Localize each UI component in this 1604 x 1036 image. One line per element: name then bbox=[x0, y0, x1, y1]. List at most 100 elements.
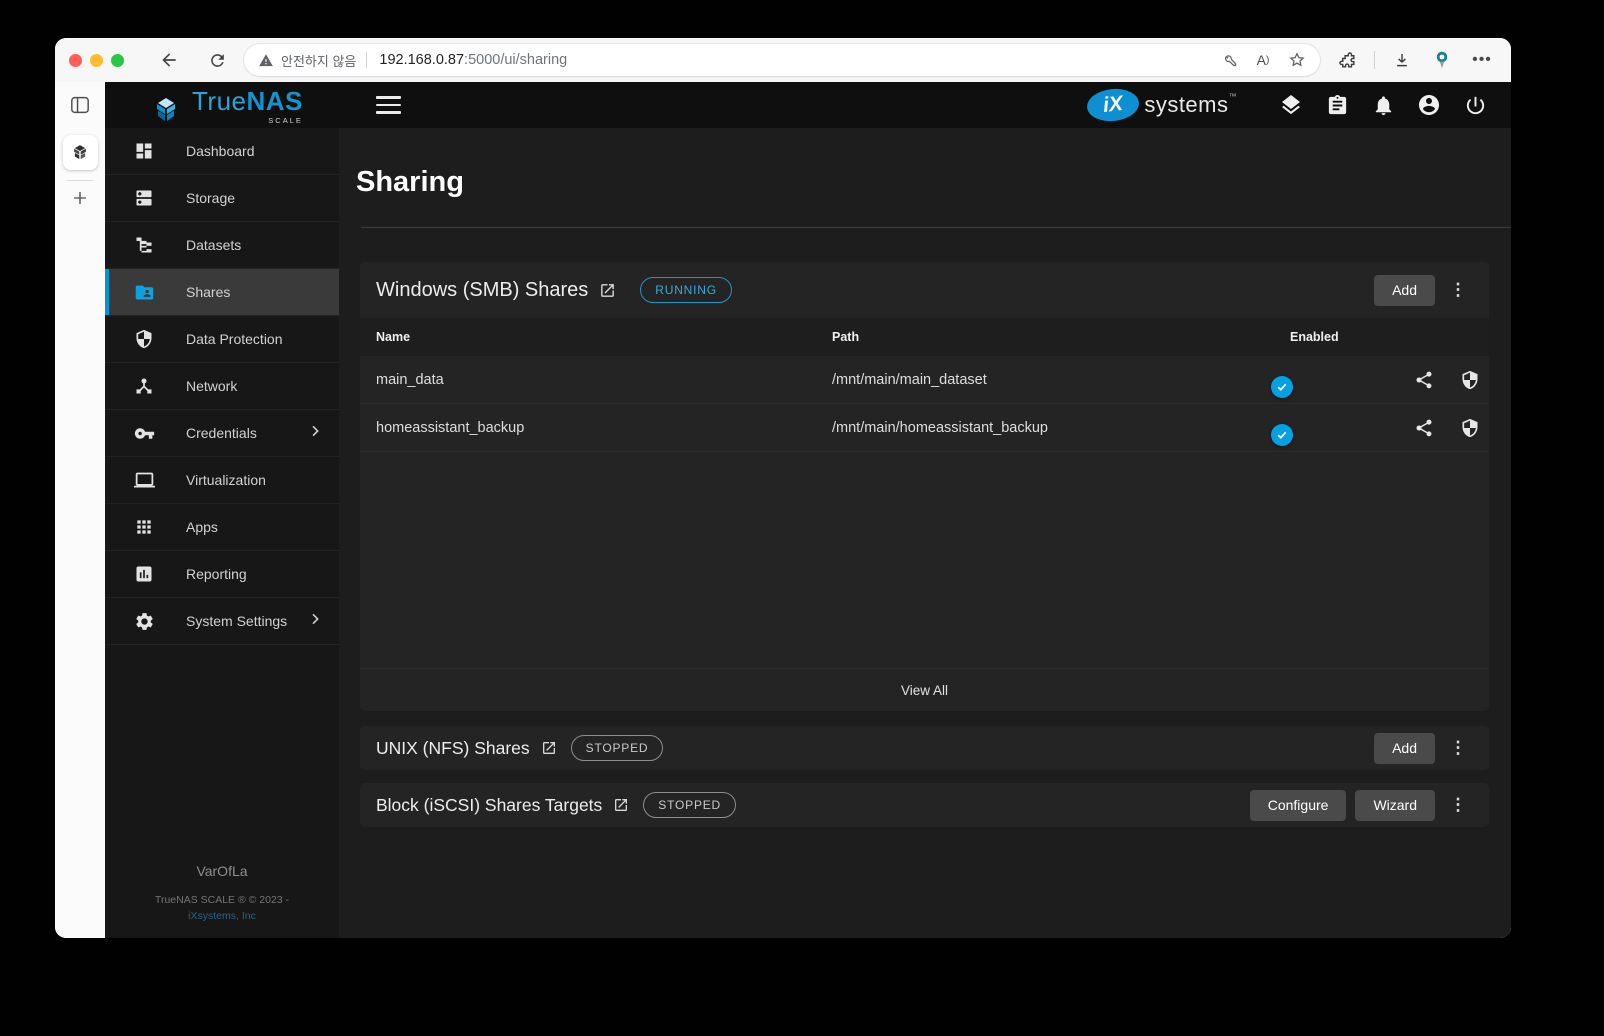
nfs-shares-card: UNIX (NFS) Shares STOPPED Add ⋮ bbox=[360, 726, 1489, 770]
account-circle-icon bbox=[1417, 93, 1441, 117]
open-in-new-icon[interactable] bbox=[541, 740, 557, 756]
power-button[interactable] bbox=[1455, 85, 1495, 125]
sidebar-item-datasets[interactable]: Datasets bbox=[105, 222, 339, 269]
password-key-button[interactable] bbox=[1214, 45, 1244, 75]
jobs-button[interactable] bbox=[1317, 85, 1357, 125]
ixsystems-link[interactable]: iXsystems, Inc bbox=[105, 910, 339, 922]
nfs-status-badge: STOPPED bbox=[571, 735, 664, 761]
storage-icon bbox=[133, 188, 155, 208]
nfs-add-button[interactable]: Add bbox=[1374, 733, 1435, 764]
tabstrip-divider bbox=[67, 180, 93, 181]
pinned-extension-button[interactable] bbox=[1425, 45, 1459, 75]
account-button[interactable] bbox=[1409, 85, 1449, 125]
ix-logo-mark: iX bbox=[1086, 86, 1141, 123]
network-icon bbox=[133, 376, 155, 396]
address-bar[interactable]: 안전하지 않음 192.168.0.87:5000/ui/sharing A) bbox=[244, 44, 1320, 76]
share-icon bbox=[1414, 418, 1434, 438]
sidebar-item-credentials[interactable]: Credentials bbox=[105, 410, 339, 457]
truenas-logo[interactable]: TrueNAS SCALE bbox=[149, 88, 303, 123]
notifications-button[interactable] bbox=[1363, 85, 1403, 125]
url-host: 192.168.0.87 bbox=[379, 52, 464, 68]
sidebar-item-storage[interactable]: Storage bbox=[105, 175, 339, 222]
ellipsis-icon: ••• bbox=[1472, 51, 1492, 69]
share-name: main_data bbox=[376, 372, 832, 388]
chevron-right-icon bbox=[307, 611, 323, 632]
view-all-button[interactable]: View All bbox=[360, 668, 1489, 711]
smb-status-badge: RUNNING bbox=[640, 277, 732, 303]
sidebar-item-label: Reporting bbox=[186, 566, 247, 582]
smb-card-title: Windows (SMB) Shares bbox=[376, 279, 588, 302]
browser-window: 안전하지 않음 192.168.0.87:5000/ui/sharing A) bbox=[55, 38, 1511, 938]
new-tab-button[interactable] bbox=[71, 189, 89, 212]
reload-button[interactable] bbox=[200, 45, 234, 75]
check-icon bbox=[1276, 381, 1288, 393]
sidebar-item-label: Credentials bbox=[186, 425, 257, 441]
back-button[interactable] bbox=[152, 45, 186, 75]
table-row: homeassistant_backup /mnt/main/homeassis… bbox=[360, 404, 1489, 452]
vertical-tab-strip bbox=[55, 82, 105, 938]
sidebar-item-virtualization[interactable]: Virtualization bbox=[105, 457, 339, 504]
minimize-window-button[interactable] bbox=[90, 54, 103, 67]
tab-layout-icon bbox=[70, 96, 90, 114]
read-aloud-icon: A bbox=[1257, 52, 1266, 68]
check-icon bbox=[1276, 429, 1288, 441]
edit-acl-share-button[interactable] bbox=[1414, 370, 1434, 390]
sidebar-item-data-protection[interactable]: Data Protection bbox=[105, 316, 339, 363]
downloads-button[interactable] bbox=[1385, 45, 1419, 75]
sidebar-item-dashboard[interactable]: Dashboard bbox=[105, 128, 339, 175]
download-icon bbox=[1393, 51, 1411, 69]
column-header-path: Path bbox=[832, 330, 1290, 344]
sidebar-nav: Dashboard Storage Datasets Shares bbox=[105, 128, 339, 938]
truecommand-button[interactable] bbox=[1271, 85, 1311, 125]
maximize-window-button[interactable] bbox=[111, 54, 124, 67]
sidebar-item-system-settings[interactable]: System Settings bbox=[105, 598, 339, 645]
plus-icon bbox=[71, 189, 89, 207]
truenas-favicon bbox=[69, 144, 91, 161]
extensions-button[interactable] bbox=[1330, 45, 1364, 75]
sidenav-toggle-button[interactable] bbox=[369, 87, 409, 123]
page-title: Sharing bbox=[339, 128, 1511, 198]
security-status-label[interactable]: 안전하지 않음 bbox=[281, 51, 356, 70]
chevron-right-icon bbox=[307, 423, 323, 444]
column-header-enabled: Enabled bbox=[1290, 330, 1473, 344]
key-icon bbox=[133, 423, 155, 444]
read-aloud-button[interactable]: A) bbox=[1248, 45, 1278, 75]
sidebar-item-label: System Settings bbox=[186, 613, 287, 629]
iscsi-menu-button[interactable]: ⋮ bbox=[1443, 788, 1473, 822]
gear-icon bbox=[133, 611, 155, 632]
edit-permissions-button[interactable] bbox=[1460, 370, 1480, 390]
sidebar-item-apps[interactable]: Apps bbox=[105, 504, 339, 551]
iscsi-wizard-button[interactable]: Wizard bbox=[1355, 790, 1435, 821]
smb-menu-button[interactable]: ⋮ bbox=[1443, 273, 1473, 307]
tab-panel-button[interactable] bbox=[70, 96, 90, 119]
sidebar-item-reporting[interactable]: Reporting bbox=[105, 551, 339, 598]
pin-icon bbox=[1433, 50, 1451, 70]
nfs-menu-button[interactable]: ⋮ bbox=[1443, 731, 1473, 765]
sidebar-item-label: Network bbox=[186, 378, 237, 394]
sidebar-item-label: Datasets bbox=[186, 237, 241, 253]
window-controls bbox=[69, 54, 124, 67]
table-row: main_data /mnt/main/main_dataset bbox=[360, 356, 1489, 404]
iscsi-configure-button[interactable]: Configure bbox=[1250, 790, 1347, 821]
sidebar-item-network[interactable]: Network bbox=[105, 363, 339, 410]
star-icon bbox=[1288, 51, 1306, 69]
close-window-button[interactable] bbox=[69, 54, 82, 67]
edit-acl-share-button[interactable] bbox=[1414, 418, 1434, 438]
share-path: /mnt/main/homeassistant_backup bbox=[832, 420, 1290, 436]
active-tab-truenas[interactable] bbox=[63, 135, 98, 170]
open-in-new-icon[interactable] bbox=[613, 797, 629, 813]
sidebar-item-label: Apps bbox=[186, 519, 218, 535]
sidebar-item-shares[interactable]: Shares bbox=[105, 269, 339, 316]
favorite-button[interactable] bbox=[1282, 45, 1312, 75]
open-in-new-icon[interactable] bbox=[599, 282, 616, 299]
url-text[interactable]: 192.168.0.87:5000/ui/sharing bbox=[379, 52, 1214, 68]
browser-menu-button[interactable]: ••• bbox=[1465, 45, 1499, 75]
smb-add-button[interactable]: Add bbox=[1374, 275, 1435, 306]
apps-grid-icon bbox=[133, 517, 155, 537]
extensions-icon bbox=[1338, 51, 1357, 70]
sidebar-footer: VarOfLa TrueNAS SCALE ® © 2023 - iXsyste… bbox=[105, 863, 339, 922]
sidebar-item-label: Storage bbox=[186, 190, 235, 206]
ixsystems-logo[interactable]: iX systems™ bbox=[1087, 89, 1237, 121]
iscsi-status-badge: STOPPED bbox=[643, 792, 736, 818]
edit-permissions-button[interactable] bbox=[1460, 418, 1480, 438]
